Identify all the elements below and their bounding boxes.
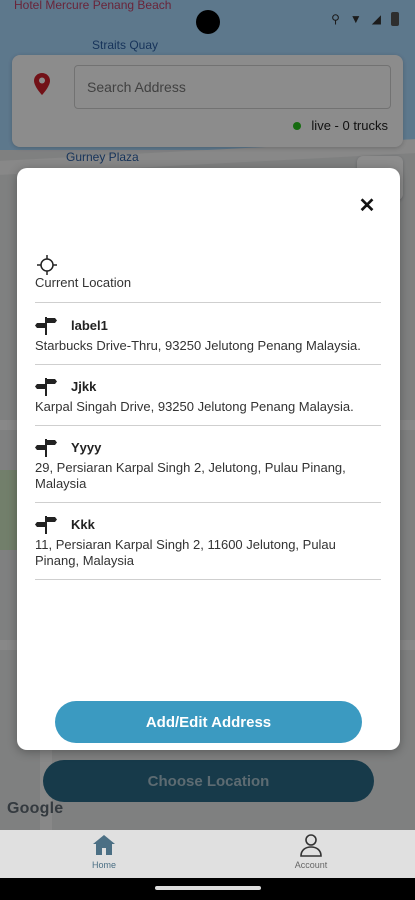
address-text: 11, Persiaran Karpal Singh 2, 11600 Jelu…: [35, 537, 336, 568]
nav-home[interactable]: Home: [64, 832, 144, 876]
current-location-option[interactable]: Current Location: [35, 253, 381, 303]
address-name: Jjkk: [71, 378, 97, 394]
saved-address-list: label1 Starbucks Drive-Thru, 93250 Jelut…: [35, 304, 381, 580]
address-text: Karpal Singah Drive, 93250 Jelutong Pena…: [35, 399, 354, 414]
address-name: Kkk: [71, 516, 95, 532]
bottom-nav: Home Account: [0, 830, 415, 878]
address-item[interactable]: Yyyy 29, Persiaran Karpal Singh 2, Jelut…: [35, 426, 381, 503]
signpost-icon: [35, 439, 57, 457]
current-location-label: Current Location: [35, 275, 132, 290]
add-edit-address-button[interactable]: Add/Edit Address: [55, 701, 362, 743]
address-item[interactable]: Jjkk Karpal Singah Drive, 93250 Jelutong…: [35, 365, 381, 426]
address-item[interactable]: label1 Starbucks Drive-Thru, 93250 Jelut…: [35, 304, 381, 365]
home-icon: [93, 835, 115, 855]
address-text: Starbucks Drive-Thru, 93250 Jelutong Pen…: [35, 338, 361, 353]
address-name: Yyyy: [71, 439, 102, 455]
signpost-icon: [35, 317, 57, 335]
gesture-handle[interactable]: [155, 886, 261, 890]
nav-home-label: Home: [91, 860, 116, 870]
nav-account-label: Account: [294, 860, 328, 870]
gesture-bar: [0, 878, 415, 900]
signpost-icon: [35, 516, 57, 534]
address-name: label1: [71, 317, 108, 333]
address-text: 29, Persiaran Karpal Singh 2, Jelutong, …: [35, 460, 346, 491]
crosshair-icon: [37, 255, 57, 275]
person-icon: [300, 834, 322, 857]
address-item[interactable]: Kkk 11, Persiaran Karpal Singh 2, 11600 …: [35, 503, 381, 580]
close-icon[interactable]: ✕: [354, 192, 380, 218]
nav-account[interactable]: Account: [271, 832, 351, 876]
signpost-icon: [35, 378, 57, 396]
address-modal: ✕ Current Location label1 Starbucks Driv…: [17, 168, 400, 750]
